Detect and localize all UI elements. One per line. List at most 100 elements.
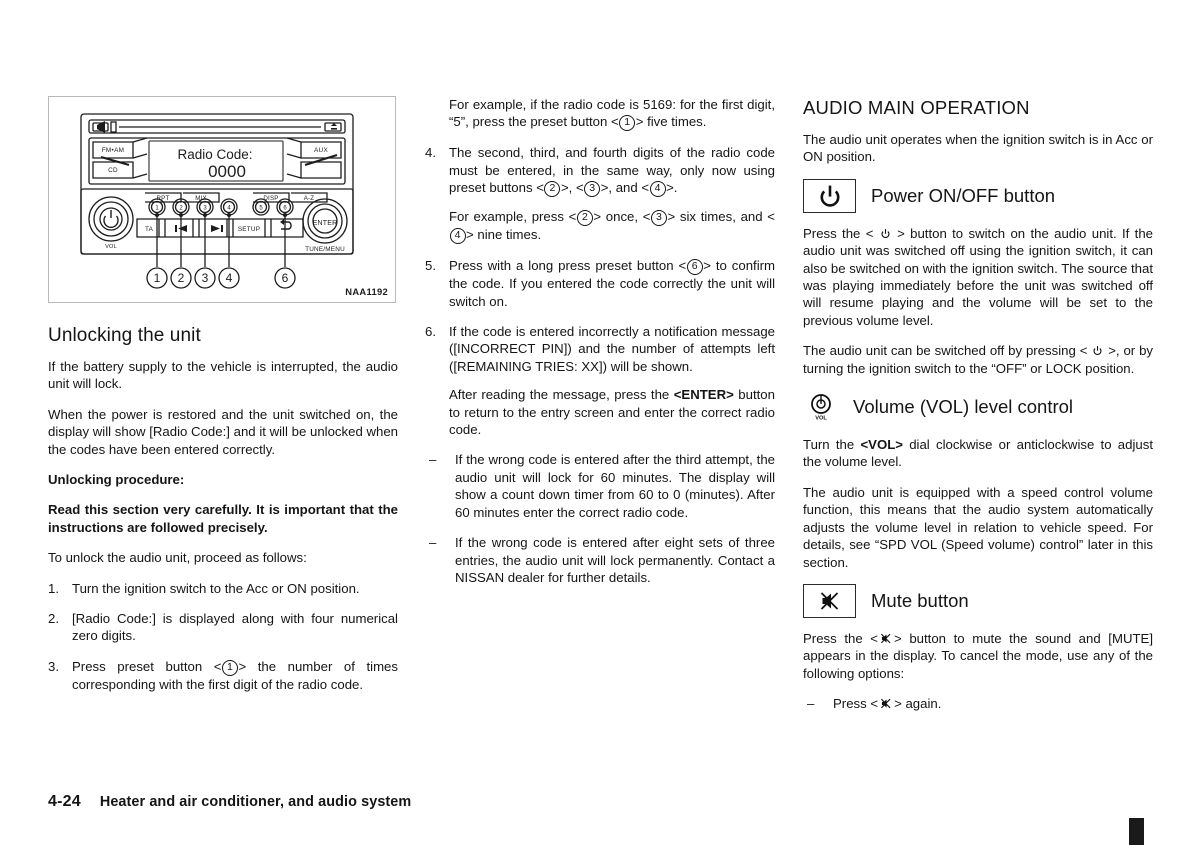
page-footer: 4-24 Heater and air conditioner, and aud… [48,793,411,811]
mute-cancel-options: – Press < > again. [803,695,1153,712]
column-middle: For example, if the radio code is 5169: … [425,96,775,599]
power-p1-pre: Press the < [803,225,879,241]
list-item: 3. Press preset button <1 > the number of… [48,658,398,693]
step-marker: 3. [48,658,59,674]
after-msg-pre: After reading the message, press the [449,387,674,403]
dash-marker: – [807,696,815,712]
svg-text:MIX: MIX [195,195,207,202]
mute-icon-box [803,583,856,618]
list-item: – If the wrong code is entered after the… [425,451,775,521]
paragraph-example-presses: For example, press <2 > once, <3 > six tim… [449,208,775,245]
example2-mid2: > six times, and < [667,209,775,225]
column-right: AUDIO MAIN OPERATION The audio unit oper… [803,96,1153,726]
svg-text:FM•AM: FM•AM [102,147,125,154]
paragraph-battery-interrupted: If the battery supply to the vehicle is … [48,359,398,392]
unlock-steps-continued: 4. The second, third, and fourth digits … [425,144,775,198]
mute-button-heading: Mute button [871,589,969,611]
example-post: > five times. [635,114,707,130]
svg-text:4: 4 [227,206,231,212]
svg-text:3: 3 [202,271,209,285]
subheading-unlocking-procedure: Unlocking procedure: [48,472,185,488]
circled-number-icon: 4 [449,228,466,245]
step-text-pre: Press with a long press preset button < [449,258,687,274]
paragraph-proceed-as-follows: To unlock the audio unit, proceed as fol… [48,550,307,566]
power-icon-inline [880,226,891,238]
list-item: 6. If the code is entered incorrectly a … [425,323,775,375]
step-text: If the code is entered incorrectly a not… [449,324,775,374]
power-button-heading: Power ON/OFF button [871,184,1056,206]
svg-text:VOL: VOL [105,244,117,250]
audio-unit-illustration: FM•AM CD AUX Radio Code: 0000 RPT MIX DI… [80,113,354,289]
volume-heading: Volume (VOL) level control [853,396,1074,418]
mute-bullet-pre: Press < [833,696,879,712]
bullet-text: If the wrong code is entered after the t… [455,452,775,520]
example-pre: For example, if the radio code is 5169: … [449,97,775,130]
paragraph-mute-press: Press the < > button to mute the sound an… [803,630,1153,682]
svg-text:SETUP: SETUP [238,226,260,233]
circled-number-icon: 2 [576,210,593,227]
example2-pre: For example, press < [449,209,577,225]
svg-text:4: 4 [226,271,233,285]
step-text-pre: Press preset button < [72,658,222,674]
example2-mid1: > once, < [593,209,651,225]
column-left: FM•AM CD AUX Radio Code: 0000 RPT MIX DI… [48,96,398,706]
power-icon-box [803,178,856,213]
mute-p1-pre: Press the < [803,630,878,646]
mute-icon [820,592,838,610]
circled-number-icon: 3 [650,210,667,227]
svg-text:3: 3 [203,206,207,212]
dash-marker: – [429,535,437,551]
step-text-d: >. [666,180,678,196]
warning-read-carefully: Read this section very carefully. It is … [48,502,398,535]
dash-marker: – [429,452,437,468]
power-p1-post: > button to switch on the audio unit. If… [803,225,1153,328]
volume-knob-icon: VOL [811,394,831,422]
vol-button-reference: <VOL> [860,437,903,453]
svg-text:6: 6 [282,271,289,285]
circled-number-icon: 1 [619,115,636,132]
vol-p1-pre: Turn the [803,437,861,453]
step-text-c: >, and < [600,180,650,196]
step-marker: 2. [48,611,59,627]
paragraph-power-restored: When the power is restored and the unit … [48,406,398,457]
step-marker: 1. [48,580,59,596]
circled-number-icon: 4 [649,181,666,198]
svg-text:Radio Code:: Radio Code: [177,147,252,162]
svg-text:2: 2 [178,271,185,285]
mute-bullet-post: > again. [894,696,942,712]
svg-text:5: 5 [259,206,263,212]
circled-number-icon: 1 [221,659,238,676]
mute-icon-inline [879,632,893,645]
step-text: Turn the ignition switch to the Acc or O… [72,580,360,596]
example2-post: > nine times. [466,227,542,243]
bullet-text: If the wrong code is entered after eight… [455,535,775,585]
paragraph-power-switch-off: The audio unit can be switched off by pr… [803,342,1153,377]
chapter-edge-tab [1129,818,1144,845]
audio-unit-figure: FM•AM CD AUX Radio Code: 0000 RPT MIX DI… [48,96,396,303]
step-text: [Radio Code:] is displayed along with fo… [72,611,398,644]
list-item: – If the wrong code is entered after eig… [425,534,775,586]
unlock-steps-list: 1. Turn the ignition switch to the Acc o… [48,580,398,694]
enter-button-reference: <ENTER> [673,387,734,403]
figure-code: NAA1192 [345,286,388,297]
page-columns: FM•AM CD AUX Radio Code: 0000 RPT MIX DI… [48,96,1153,756]
circled-number-icon: 3 [584,181,601,198]
svg-text:TUNE/MENU: TUNE/MENU [305,246,345,253]
vol-knob-icon-wrap: VOL [807,392,835,422]
paragraph-audio-intro: The audio unit operates when the ignitio… [803,132,1153,165]
svg-text:A-Z: A-Z [304,195,315,202]
circled-number-icon: 2 [544,181,561,198]
step-marker: 5. [425,258,436,274]
svg-text:1: 1 [155,206,159,212]
page-number: 4-24 [48,793,81,810]
svg-text:DISP: DISP [263,195,278,202]
list-item: 4. The second, third, and fourth digits … [425,144,775,198]
svg-text:TA: TA [145,226,154,233]
svg-text:VOL: VOL [815,416,827,422]
step-marker: 4. [425,145,436,161]
mute-icon-inline [879,697,893,710]
svg-text:6: 6 [283,206,287,212]
section-heading-audio-main-operation: AUDIO MAIN OPERATION [803,97,1030,118]
power-button-heading-row: Power ON/OFF button [803,178,1153,213]
paragraph-power-press: Press the < > button to switch on the au… [803,225,1153,329]
